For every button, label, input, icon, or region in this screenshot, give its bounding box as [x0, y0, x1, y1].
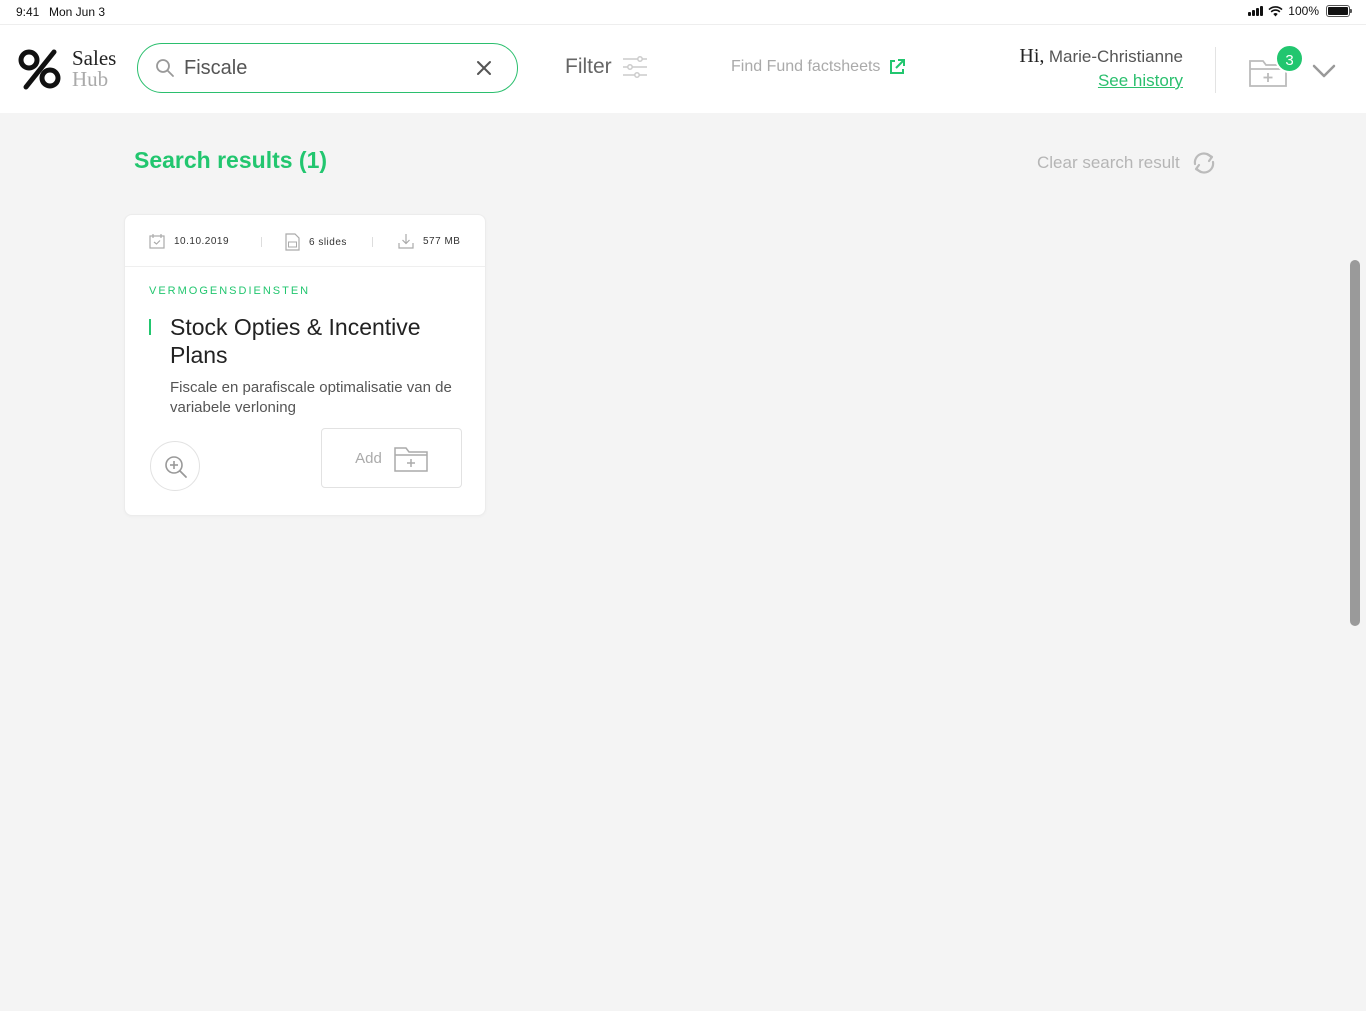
- calendar-icon: [149, 234, 165, 249]
- preview-button[interactable]: [150, 441, 200, 491]
- greeting-hi: Hi,: [1019, 45, 1045, 67]
- card-title: Stock Opties & Incentive Plans: [170, 314, 421, 368]
- card-date: 10.10.2019: [149, 233, 229, 249]
- battery-icon: [1326, 5, 1352, 17]
- status-date: Mon Jun 3: [49, 5, 106, 19]
- scrollbar[interactable]: [1350, 260, 1360, 626]
- battery-percent: 100%: [1288, 4, 1319, 18]
- result-card[interactable]: 10.10.2019 6 slides 577 MB VERMOGENSDIEN…: [124, 214, 486, 516]
- clear-result-label: Clear search result: [1037, 153, 1180, 172]
- cart-count-badge: 3: [1275, 44, 1304, 73]
- percent-logo-icon: [18, 49, 61, 90]
- status-time: 9:41: [16, 5, 40, 19]
- status-indicators: 100%: [1248, 4, 1352, 18]
- refresh-icon: [1193, 152, 1214, 174]
- card-date-value: 10.10.2019: [174, 235, 230, 247]
- brand-name-hub: Hub: [72, 67, 109, 91]
- card-category: VERMOGENSDIENSTEN: [149, 285, 311, 297]
- status-bar: 9:41 Mon Jun 3 100%: [0, 0, 1366, 24]
- card-description: Fiscale en parafiscale optimalisatie van…: [170, 379, 452, 416]
- title-accent-bar: [149, 319, 151, 335]
- sliders-icon: [622, 56, 647, 78]
- app-header: Sales Hub Filter Find Fund factsheets: [0, 24, 1366, 113]
- user-name: Marie-Christianne: [1048, 47, 1183, 66]
- zoom-in-icon: [165, 456, 187, 478]
- card-meta: 10.10.2019 6 slides 577 MB: [125, 215, 485, 267]
- clear-search-result-button[interactable]: Clear search result: [1037, 151, 1218, 175]
- card-size-value: 577 MB: [423, 235, 461, 247]
- meta-separator: [261, 237, 262, 247]
- card-slides: 6 slides: [285, 233, 347, 251]
- chevron-down-icon[interactable]: [1312, 63, 1336, 79]
- search-icon: [156, 59, 174, 77]
- filter-button[interactable]: Filter: [565, 55, 648, 79]
- user-greeting: Hi, Marie-Christianne See history: [1003, 45, 1183, 91]
- clear-search-icon[interactable]: [475, 59, 493, 77]
- header-divider: [1215, 47, 1216, 93]
- filter-label: Filter: [565, 55, 612, 78]
- search-results-title: Search results (1): [134, 147, 328, 173]
- search-box: [137, 43, 518, 93]
- add-label: Add: [355, 449, 382, 467]
- add-button[interactable]: Add: [321, 428, 462, 488]
- factsheets-label: Find Fund factsheets: [731, 58, 881, 75]
- folder-add-icon: [394, 447, 428, 472]
- search-input[interactable]: [184, 55, 454, 81]
- card-size: 577 MB: [398, 233, 460, 249]
- document-icon: [285, 233, 300, 251]
- wifi-icon: [1268, 5, 1283, 16]
- see-history-link[interactable]: See history: [1003, 71, 1183, 91]
- download-icon: [398, 234, 414, 249]
- meta-separator: [372, 237, 373, 247]
- external-link-icon: [890, 59, 906, 74]
- find-factsheets-link[interactable]: Find Fund factsheets: [731, 58, 906, 76]
- card-slides-value: 6 slides: [309, 236, 347, 248]
- brand-logo[interactable]: Sales Hub: [17, 45, 117, 95]
- signal-icon: [1248, 6, 1264, 16]
